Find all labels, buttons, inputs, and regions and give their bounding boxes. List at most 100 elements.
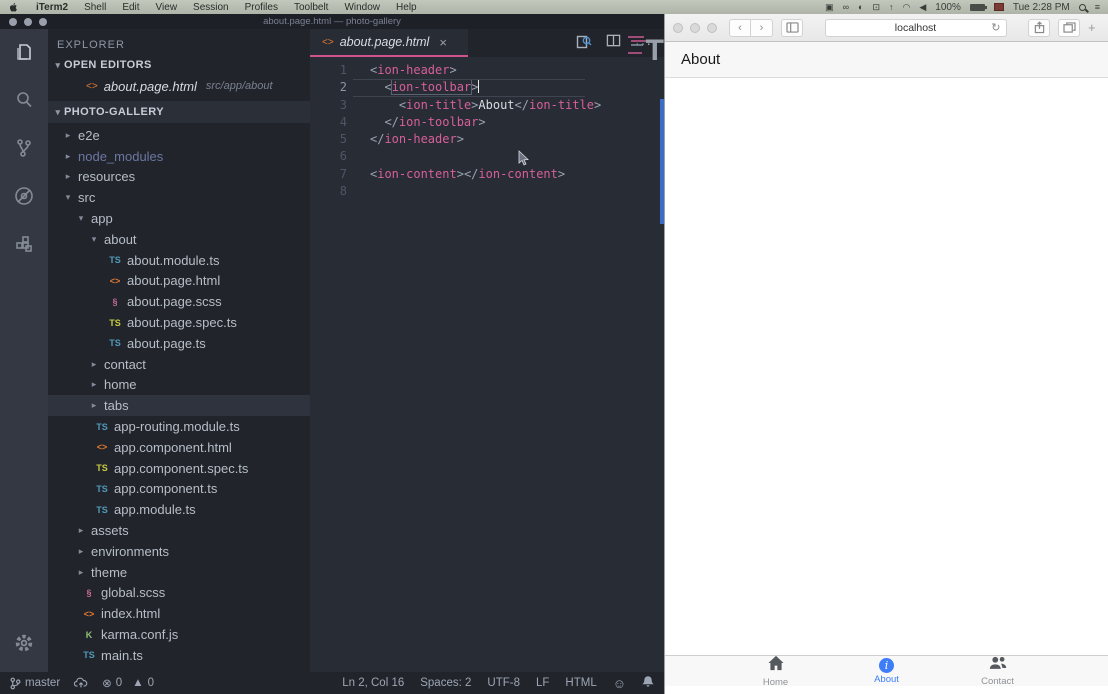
files-icon[interactable] bbox=[11, 39, 37, 65]
status-ln[interactable]: Ln 2, Col 16 bbox=[342, 677, 404, 689]
input-source-icon[interactable] bbox=[994, 3, 1004, 11]
status-lf[interactable]: LF bbox=[536, 677, 549, 689]
new-tab-button[interactable]: + bbox=[1088, 20, 1100, 35]
settings-gear-icon[interactable] bbox=[11, 630, 37, 656]
glasses-icon[interactable]: ∞ bbox=[843, 2, 849, 12]
display-icon[interactable]: ⊡ bbox=[872, 2, 880, 12]
menu-iterm2[interactable]: iTerm2 bbox=[28, 2, 76, 13]
close-window-button[interactable] bbox=[673, 23, 683, 33]
extensions-icon[interactable] bbox=[11, 231, 37, 257]
battery-label[interactable]: 100% bbox=[935, 2, 961, 13]
zoom-window-button[interactable] bbox=[39, 18, 47, 26]
editor-tab-about-page-html[interactable]: <> about.page.html × bbox=[310, 29, 468, 57]
search-icon[interactable] bbox=[11, 87, 37, 113]
tree-folder-src[interactable]: ▾src bbox=[48, 187, 310, 208]
spotlight-icon[interactable] bbox=[1079, 4, 1086, 11]
notifications-bell-icon[interactable] bbox=[642, 675, 654, 691]
tree-folder-e2e[interactable]: ▸e2e bbox=[48, 125, 310, 146]
code-line-7[interactable]: 7<ion-content></ion-content> bbox=[310, 166, 664, 183]
menu-help[interactable]: Help bbox=[388, 2, 425, 13]
tree-folder-assets[interactable]: ▸assets bbox=[48, 520, 310, 541]
time-machine-icon[interactable]: ◐ bbox=[858, 2, 863, 12]
tree-folder-theme[interactable]: ▸theme bbox=[48, 562, 310, 583]
tree-folder-environments[interactable]: ▸environments bbox=[48, 541, 310, 562]
minimize-window-button[interactable] bbox=[24, 18, 32, 26]
zoom-window-button[interactable] bbox=[707, 23, 717, 33]
notification-center-icon[interactable]: ≡ bbox=[1095, 2, 1100, 12]
tree-file-app-component-spec-ts[interactable]: TSapp.component.spec.ts bbox=[48, 458, 310, 479]
code-editor[interactable]: 1<ion-header>2 <ion-toolbar>3 <ion-title… bbox=[310, 57, 664, 672]
menu-session[interactable]: Session bbox=[185, 2, 237, 13]
tree-file-app-component-html[interactable]: <>app.component.html bbox=[48, 437, 310, 458]
screen-mirroring-icon[interactable]: ▣ bbox=[825, 2, 834, 12]
tab-contact[interactable]: Contact bbox=[942, 656, 1053, 686]
tree-file-global-scss[interactable]: §global.scss bbox=[48, 583, 310, 604]
git-branch-indicator[interactable]: master bbox=[10, 677, 60, 690]
updates-icon[interactable]: ↑ bbox=[889, 2, 894, 12]
tree-file-app-module-ts[interactable]: TSapp.module.ts bbox=[48, 499, 310, 520]
status-utf-8[interactable]: UTF-8 bbox=[487, 677, 520, 689]
close-tab-icon[interactable]: × bbox=[439, 35, 447, 50]
menu-window[interactable]: Window bbox=[336, 2, 388, 13]
menu-view[interactable]: View bbox=[148, 2, 186, 13]
tab-overview-icon[interactable] bbox=[1058, 19, 1080, 37]
menu-toolbelt[interactable]: Toolbelt bbox=[286, 2, 336, 13]
sidebar-toggle-icon[interactable] bbox=[781, 19, 803, 37]
minimize-window-button[interactable] bbox=[690, 23, 700, 33]
tree-file-karma-conf-js[interactable]: Kkarma.conf.js bbox=[48, 624, 310, 645]
tree-folder-app[interactable]: ▾app bbox=[48, 208, 310, 229]
battery-icon[interactable] bbox=[970, 4, 985, 11]
tree-folder-home[interactable]: ▸home bbox=[48, 375, 310, 396]
tree-file-about-page-ts[interactable]: TSabout.page.ts bbox=[48, 333, 310, 354]
code-line-5[interactable]: 5</ion-header> bbox=[310, 131, 664, 148]
tree-file-about-page-spec-ts[interactable]: TSabout.page.spec.ts bbox=[48, 312, 310, 333]
tree-file-about-page-html[interactable]: <>about.page.html bbox=[48, 271, 310, 292]
problems-indicator[interactable]: ⊗0 ▲0 bbox=[102, 676, 154, 690]
project-section[interactable]: ▾ PHOTO-GALLERY bbox=[48, 101, 310, 123]
menu-shell[interactable]: Shell bbox=[76, 2, 114, 13]
tree-folder-contact[interactable]: ▸contact bbox=[48, 354, 310, 375]
code-line-4[interactable]: 4 </ion-toolbar> bbox=[310, 114, 664, 131]
tree-folder-about[interactable]: ▾about bbox=[48, 229, 310, 250]
address-bar[interactable]: localhost ↻ bbox=[825, 19, 1007, 37]
forward-button[interactable]: › bbox=[751, 19, 773, 37]
tree-file-main-ts[interactable]: TSmain.ts bbox=[48, 645, 310, 666]
tree-folder-resources[interactable]: ▸resources bbox=[48, 167, 310, 188]
vscode-traffic-lights[interactable] bbox=[9, 18, 47, 26]
tree-folder-node-modules[interactable]: ▸node_modules bbox=[48, 146, 310, 167]
status-spaces[interactable]: Spaces: 2 bbox=[420, 677, 471, 689]
code-line-6[interactable]: 6 bbox=[310, 148, 664, 165]
tree-folder-tabs[interactable]: ▸tabs bbox=[48, 395, 310, 416]
tree-file-index-html[interactable]: <>index.html bbox=[48, 603, 310, 624]
menu-profiles[interactable]: Profiles bbox=[237, 2, 286, 13]
open-editors-section[interactable]: ▾ OPEN EDITORS bbox=[48, 55, 310, 75]
vscode-titlebar[interactable]: about.page.html — photo-gallery bbox=[0, 14, 664, 29]
tab-about[interactable]: iAbout bbox=[831, 656, 942, 686]
open-editor-item[interactable]: <> about.page.html src/app/about bbox=[48, 75, 310, 97]
tree-file-app-component-ts[interactable]: TSapp.component.ts bbox=[48, 479, 310, 500]
open-changes-icon[interactable] bbox=[576, 33, 592, 54]
status-html[interactable]: HTML bbox=[565, 677, 596, 689]
split-editor-icon[interactable] bbox=[606, 33, 621, 53]
reload-icon[interactable]: ↻ bbox=[991, 21, 1000, 34]
clock[interactable]: Tue 2:28 PM bbox=[1013, 2, 1070, 13]
volume-icon[interactable]: ◀ bbox=[919, 2, 926, 12]
debug-icon[interactable] bbox=[11, 183, 37, 209]
code-line-3[interactable]: 3 <ion-title>About</ion-title> bbox=[310, 97, 664, 114]
tree-file-app-routing-module-ts[interactable]: TSapp-routing.module.ts bbox=[48, 416, 310, 437]
browser-traffic-lights[interactable] bbox=[673, 23, 717, 33]
source-control-icon[interactable] bbox=[11, 135, 37, 161]
back-button[interactable]: ‹ bbox=[729, 19, 751, 37]
tree-file-about-page-scss[interactable]: §about.page.scss bbox=[48, 291, 310, 312]
publish-changes-icon[interactable] bbox=[74, 677, 88, 689]
close-window-button[interactable] bbox=[9, 18, 17, 26]
code-line-1[interactable]: 1<ion-header> bbox=[310, 62, 664, 79]
apple-menu-icon[interactable] bbox=[8, 2, 19, 13]
code-line-2[interactable]: 2 <ion-toolbar> bbox=[310, 79, 664, 96]
wifi-icon[interactable]: ◠ bbox=[902, 2, 910, 12]
code-line-8[interactable]: 8 bbox=[310, 183, 664, 200]
tree-file-about-module-ts[interactable]: TSabout.module.ts bbox=[48, 250, 310, 271]
menu-edit[interactable]: Edit bbox=[114, 2, 147, 13]
feedback-smiley-icon[interactable]: ☺ bbox=[613, 676, 626, 691]
share-icon[interactable] bbox=[1028, 19, 1050, 37]
